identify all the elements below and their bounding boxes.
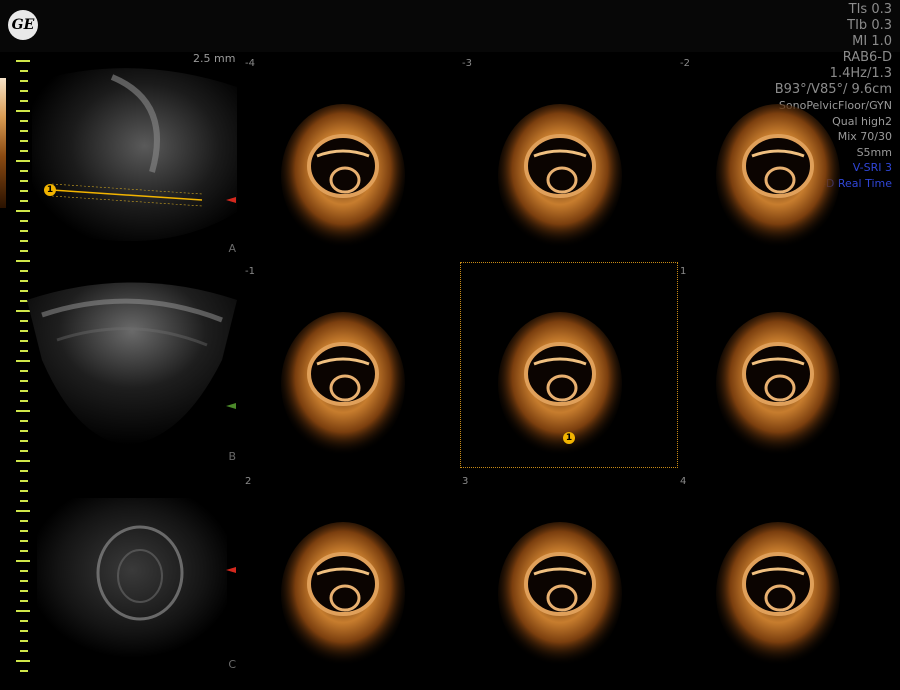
plane-a-marker[interactable]: 1 bbox=[44, 184, 56, 196]
center-slice-marker[interactable]: 1 bbox=[563, 432, 575, 444]
plane-b-label: B bbox=[228, 450, 236, 463]
plane-c-label: C bbox=[228, 658, 236, 671]
plane-c-right-arrow bbox=[226, 567, 236, 573]
slice-render bbox=[716, 312, 840, 456]
plane-c-image[interactable]: C bbox=[22, 478, 240, 673]
tis-readout: TIs 0.3 bbox=[848, 2, 892, 17]
slice-number: 1 bbox=[680, 266, 687, 277]
slice-number: -1 bbox=[245, 266, 255, 277]
slice-number: -3 bbox=[462, 58, 472, 69]
plane-b-ultrasound bbox=[27, 282, 237, 445]
slice-render bbox=[498, 104, 622, 248]
tomographic-slice[interactable]: 1 bbox=[680, 266, 895, 476]
plane-b-image[interactable]: B bbox=[22, 270, 240, 465]
slice-number: -4 bbox=[245, 58, 255, 69]
slice-render bbox=[281, 312, 405, 456]
tomographic-slice[interactable]: -2 bbox=[680, 58, 895, 268]
tib-readout: TIb 0.3 bbox=[847, 18, 892, 33]
tomographic-slice[interactable]: -1 bbox=[245, 266, 460, 476]
ruler-tick bbox=[20, 470, 28, 472]
color-map-bar bbox=[0, 78, 6, 208]
slice-number: 3 bbox=[462, 476, 469, 487]
top-bar bbox=[0, 0, 900, 52]
slice-render bbox=[716, 104, 840, 248]
tomographic-slice[interactable]: -3 bbox=[462, 58, 677, 268]
slice-number: 4 bbox=[680, 476, 687, 487]
slice-number: 2 bbox=[245, 476, 252, 487]
slice-render bbox=[281, 104, 405, 248]
mi-readout: MI 1.0 bbox=[852, 34, 892, 49]
slice-render bbox=[281, 522, 405, 666]
slice-number: -2 bbox=[680, 58, 690, 69]
ruler-tick bbox=[16, 260, 30, 262]
tomographic-slice[interactable]: 2 bbox=[245, 476, 460, 686]
slice-render bbox=[498, 522, 622, 666]
tomographic-slice[interactable]: -4 bbox=[245, 58, 460, 268]
plane-c-ultrasound bbox=[37, 498, 227, 658]
plane-a-image[interactable]: 1 A bbox=[22, 62, 240, 257]
plane-b-right-arrow bbox=[226, 403, 236, 409]
ge-logo: GE bbox=[8, 10, 38, 40]
slice-render bbox=[716, 522, 840, 666]
plane-a-right-arrow bbox=[226, 197, 236, 203]
tomographic-slice[interactable]: 3 bbox=[462, 476, 677, 686]
plane-a-ultrasound bbox=[32, 68, 237, 242]
tomographic-slice[interactable]: 4 bbox=[680, 476, 895, 686]
plane-a-label: A bbox=[228, 242, 236, 255]
